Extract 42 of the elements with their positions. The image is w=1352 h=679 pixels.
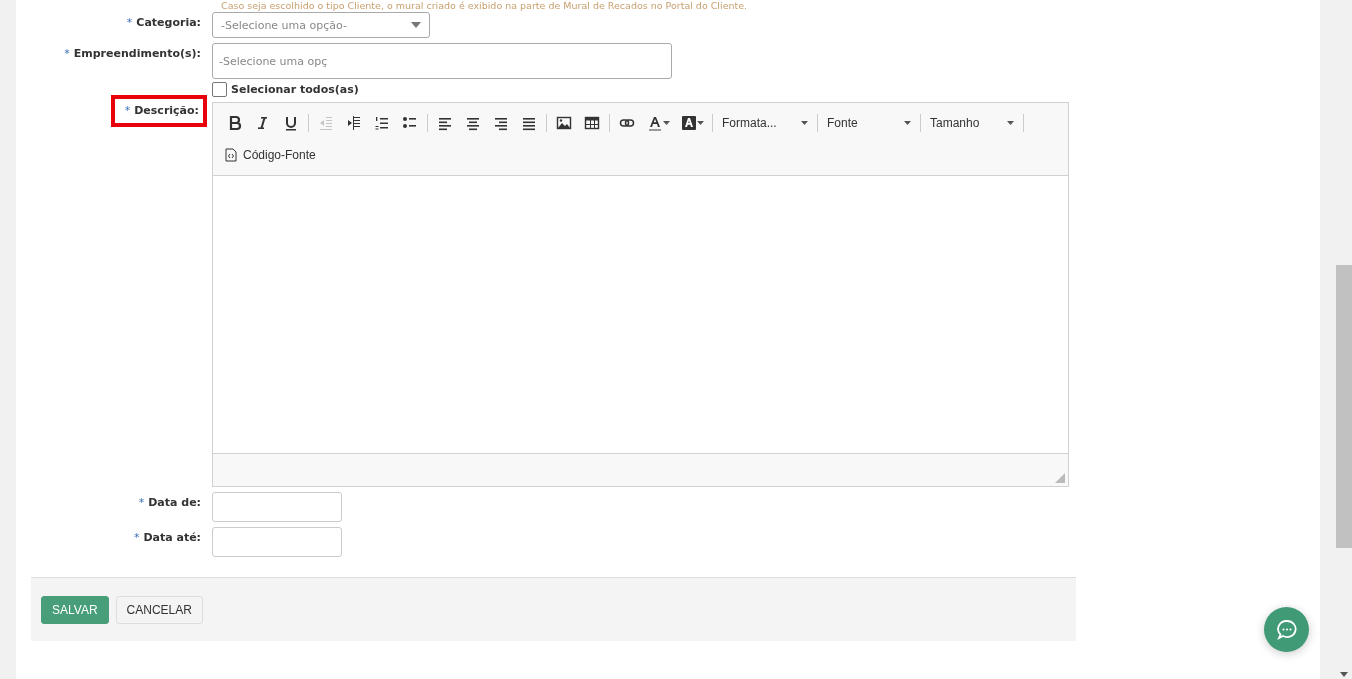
scroll-down-icon[interactable] (1340, 672, 1348, 677)
text-color-icon (646, 115, 663, 131)
align-left-icon (437, 115, 453, 131)
outdent-icon (318, 115, 334, 131)
bulleted-list-icon (402, 115, 418, 131)
caret-icon (1007, 121, 1014, 125)
caret-icon (696, 121, 704, 125)
hint-text: Caso seja escolhido o tipo Cliente, o mural criado é exibido na parte de Mural de Recados no Portal do Cliente. (221, 0, 749, 11)
toolbar-dropdown[interactable]: Tamanho (924, 111, 1020, 135)
numbered-list-icon (374, 115, 390, 131)
date-field[interactable] (212, 492, 342, 522)
toolbar-dropdown[interactable]: Fonte (821, 111, 917, 135)
checkbox-label: Selecionar todos(as) (231, 83, 359, 96)
caret-icon (904, 121, 911, 125)
cancel-button[interactable]: CANCELAR (115, 595, 203, 624)
field-label: * Empreendimento(s): (63, 46, 202, 62)
caret-icon (801, 121, 808, 125)
resize-handle-icon[interactable] (1055, 473, 1065, 483)
field-label: * Data de: (137, 495, 202, 511)
align-right-icon (493, 115, 509, 131)
indent-icon (346, 115, 362, 131)
background-color-icon (680, 115, 697, 131)
input-field[interactable]: -Selecione uma opç (212, 43, 672, 79)
field-label: * Categoria: (125, 15, 202, 31)
chat-bubble-icon (1275, 618, 1298, 641)
underline-icon (283, 115, 299, 131)
table-icon (584, 115, 600, 131)
caret-icon (662, 121, 670, 125)
source-code-button[interactable]: Código-Fonte (221, 143, 320, 167)
date-field[interactable] (212, 527, 342, 557)
align-center-icon (465, 115, 481, 131)
field-label: * Data até: (132, 530, 202, 546)
document-code-icon (225, 148, 237, 162)
checkbox[interactable] (212, 82, 227, 97)
caret-icon (411, 22, 421, 28)
category-dropdown[interactable]: -Selecione uma opção- (212, 12, 430, 38)
scrollbar-thumb[interactable] (1336, 265, 1352, 548)
justify-icon (521, 115, 537, 131)
bold-icon (227, 115, 243, 131)
toolbar-dropdown[interactable]: Formata... (716, 111, 814, 135)
text-editor[interactable]: Formata... Fonte Tamanho Código-Fonte (212, 102, 1069, 487)
image-icon (556, 115, 572, 131)
